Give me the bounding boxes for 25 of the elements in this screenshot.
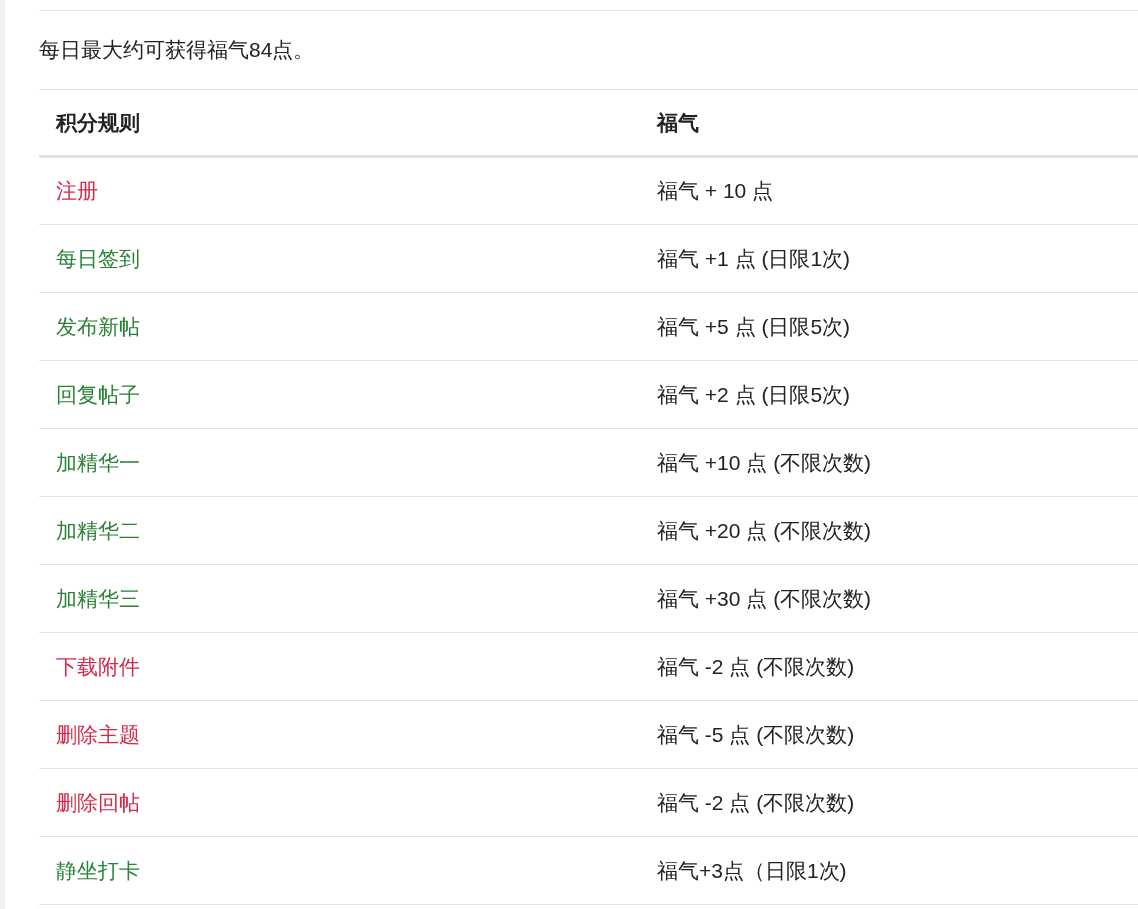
points-cell: 福气 +30 点 (不限次数) bbox=[640, 564, 1138, 633]
points-cell: 福气 +2 点 (日限5次) bbox=[640, 360, 1138, 429]
rule-cell: 注册 bbox=[39, 156, 640, 225]
rule-cell: 每日签到 bbox=[39, 224, 640, 293]
rule-cell: 发布新帖 bbox=[39, 292, 640, 361]
column-header: 福气 bbox=[640, 89, 1138, 157]
column-header: 积分规则 bbox=[39, 89, 640, 157]
rule-cell: 静坐打卡 bbox=[39, 836, 640, 905]
rule-cell: 删除主题 bbox=[39, 700, 640, 769]
points-cell: 福气 +10 点 (不限次数) bbox=[640, 428, 1138, 497]
rule-cell: 加精华二 bbox=[39, 496, 640, 565]
points-cell: 福气 +20 点 (不限次数) bbox=[640, 496, 1138, 565]
points-cell: 福气+3点（日限1次) bbox=[640, 836, 1138, 905]
rule-cell: 加精华一 bbox=[39, 428, 640, 497]
points-cell: 福气 +5 点 (日限5次) bbox=[640, 292, 1138, 361]
rule-cell: 删除回帖 bbox=[39, 768, 640, 837]
points-cell: 福气 +1 点 (日限1次) bbox=[640, 224, 1138, 293]
points-cell: 福气 + 10 点 bbox=[640, 156, 1138, 225]
points-cell: 福气 -2 点 (不限次数) bbox=[640, 768, 1138, 837]
rule-cell: 下载附件 bbox=[39, 632, 640, 701]
points-cell: 福气 -2 点 (不限次数) bbox=[640, 632, 1138, 701]
intro-text: 每日最大约可获得福气84点。 bbox=[39, 37, 316, 63]
rule-cell: 加精华三 bbox=[39, 564, 640, 633]
points-cell: 福气 -5 点 (不限次数) bbox=[640, 700, 1138, 769]
rule-cell: 回复帖子 bbox=[39, 360, 640, 429]
